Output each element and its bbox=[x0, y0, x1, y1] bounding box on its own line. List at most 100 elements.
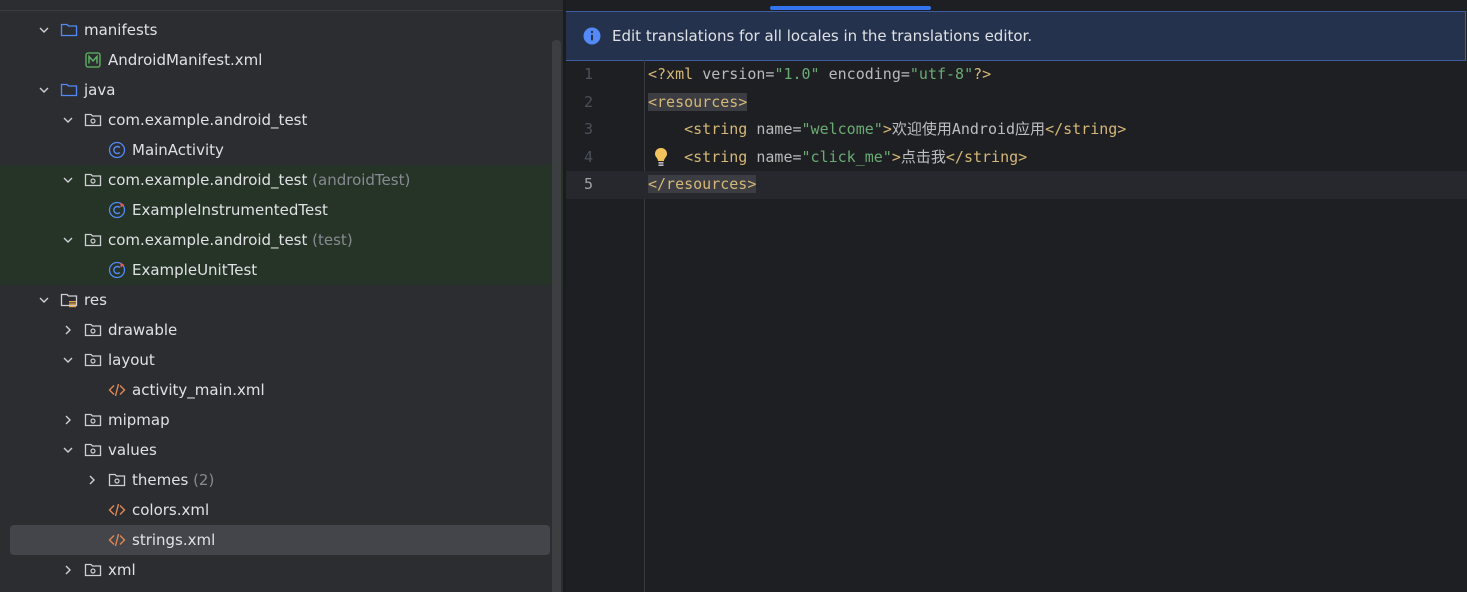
chevron-down-icon[interactable] bbox=[60, 435, 76, 465]
tree-item[interactable]: com.example.android_test bbox=[0, 105, 563, 135]
code-line[interactable]: 1 <?xml version="1.0" encoding="utf-8"?> bbox=[566, 61, 1467, 89]
translations-banner[interactable]: Edit translations for all locales in the… bbox=[566, 11, 1466, 61]
package-icon bbox=[84, 351, 102, 369]
tree-item[interactable]: AndroidManifest.xml bbox=[0, 45, 563, 75]
string-open-tag: <string bbox=[684, 147, 757, 166]
tag-close: > bbox=[891, 147, 901, 166]
tree-item-text: MainActivity bbox=[132, 141, 224, 159]
tree-item-suffix: (2) bbox=[193, 471, 215, 489]
banner-text: Edit translations for all locales in the… bbox=[612, 27, 1033, 45]
string-value: 点击我 bbox=[900, 147, 946, 166]
package-icon bbox=[84, 321, 102, 339]
editor-pane: Edit translations for all locales in the… bbox=[566, 0, 1467, 592]
tree-item-text: drawable bbox=[108, 321, 178, 339]
tool-window-header bbox=[0, 0, 563, 11]
package-icon bbox=[108, 471, 126, 489]
folder-blue-icon bbox=[60, 21, 78, 39]
chevron-right-icon[interactable] bbox=[60, 315, 76, 345]
attr-value: "1.0" bbox=[774, 65, 820, 83]
tree-item[interactable]: java bbox=[0, 75, 563, 105]
package-icon bbox=[84, 171, 102, 189]
attr-value: "utf-8" bbox=[909, 65, 974, 83]
chevron-down-icon[interactable] bbox=[60, 165, 76, 195]
attr-encoding: encoding= bbox=[828, 65, 910, 83]
tree-item-text: mipmap bbox=[108, 411, 170, 429]
string-close-tag: </string> bbox=[1045, 120, 1127, 138]
tree-item-text: com.example.android_test bbox=[108, 171, 308, 189]
tree-item[interactable]: mipmap bbox=[0, 405, 563, 435]
info-icon bbox=[583, 27, 601, 45]
res-folder-icon bbox=[60, 291, 78, 309]
tree-item-text: ExampleInstrumentedTest bbox=[132, 201, 328, 219]
tree-item-label: res bbox=[84, 285, 107, 315]
tag-close: > bbox=[882, 120, 892, 138]
active-tab-indicator bbox=[770, 6, 931, 10]
code-line[interactable]: 3 <string name="welcome">欢迎使用Android应用</… bbox=[566, 116, 1467, 144]
tree-item[interactable]: values bbox=[0, 435, 563, 465]
tree-item[interactable]: colors.xml bbox=[0, 495, 563, 525]
tree-item[interactable]: strings.xml bbox=[0, 525, 563, 555]
chevron-down-icon[interactable] bbox=[36, 15, 52, 45]
attr-version: version= bbox=[702, 65, 775, 83]
tree-item-label: drawable bbox=[108, 315, 177, 345]
tree-item-label: java bbox=[84, 75, 115, 105]
chevron-down-icon[interactable] bbox=[60, 105, 76, 135]
manifest-file-icon bbox=[84, 51, 102, 69]
tree-item-label: layout bbox=[108, 345, 155, 375]
tree-item[interactable]: com.example.android_test (androidTest) bbox=[0, 165, 563, 195]
tree-item-suffix: (androidTest) bbox=[312, 171, 411, 189]
tree-item-text: com.example.android_test bbox=[108, 111, 308, 129]
tree-item[interactable]: ExampleUnitTest bbox=[0, 255, 563, 285]
tree-item[interactable]: xml bbox=[0, 555, 563, 585]
tree-item-label: colors.xml bbox=[132, 495, 209, 525]
tree-item-label: themes (2) bbox=[132, 465, 214, 495]
tree-scrollbar[interactable] bbox=[552, 40, 561, 592]
package-icon bbox=[84, 231, 102, 249]
tree-item[interactable]: res bbox=[0, 285, 563, 315]
tree-item-label: com.example.android_test (test) bbox=[108, 225, 353, 255]
string-value: 欢迎使用Android应用 bbox=[891, 120, 1046, 138]
chevron-down-icon[interactable] bbox=[36, 75, 52, 105]
tree-item[interactable]: activity_main.xml bbox=[0, 375, 563, 405]
line-number: 3 bbox=[583, 120, 593, 138]
chevron-down-icon[interactable] bbox=[36, 285, 52, 315]
tree-item[interactable]: manifests bbox=[0, 15, 563, 45]
tree-item-text: com.example.android_test bbox=[108, 231, 308, 249]
tree-item[interactable]: layout bbox=[0, 345, 563, 375]
code-line-current[interactable]: 5 </resources> bbox=[566, 171, 1467, 199]
chevron-right-icon[interactable] bbox=[60, 405, 76, 435]
xml-file-icon bbox=[108, 501, 126, 519]
tree-item-text: values bbox=[108, 441, 157, 459]
tree-item[interactable]: MainActivity bbox=[0, 135, 563, 165]
chevron-down-icon[interactable] bbox=[60, 225, 76, 255]
package-icon bbox=[84, 441, 102, 459]
chevron-right-icon[interactable] bbox=[60, 555, 76, 585]
folder-blue-icon bbox=[60, 81, 78, 99]
tree-item-label: MainActivity bbox=[132, 135, 224, 165]
tree-item-text: strings.xml bbox=[132, 531, 216, 549]
tree-item-label: com.example.android_test bbox=[108, 105, 307, 135]
attr-value: "click_me" bbox=[801, 147, 892, 166]
code-area[interactable]: 1 <?xml version="1.0" encoding="utf-8"?>… bbox=[566, 61, 1467, 199]
tree-item[interactable]: drawable bbox=[0, 315, 563, 345]
chevron-right-icon[interactable] bbox=[84, 465, 100, 495]
code-line[interactable]: 4 <string name="click_me">点击我</string> bbox=[566, 144, 1467, 172]
attr-name: name= bbox=[756, 120, 802, 138]
tree-item[interactable]: themes (2) bbox=[0, 465, 563, 495]
resources-close-tag: </resources> bbox=[648, 175, 757, 193]
project-tool-window: manifests AndroidManifest.xml java com.exam… bbox=[0, 0, 563, 592]
tree-item-label: ExampleUnitTest bbox=[132, 255, 257, 285]
chevron-down-icon[interactable] bbox=[60, 345, 76, 375]
line-number: 1 bbox=[583, 65, 593, 83]
line-number: 5 bbox=[583, 175, 593, 193]
tree-item-suffix: (test) bbox=[312, 231, 353, 249]
line-number: 2 bbox=[583, 92, 593, 111]
tree-item[interactable]: com.example.android_test (test) bbox=[0, 225, 563, 255]
tree-item[interactable]: ExampleInstrumentedTest bbox=[0, 195, 563, 225]
code-line[interactable]: 2 <resources> bbox=[566, 89, 1467, 117]
tree-item-label: activity_main.xml bbox=[132, 375, 265, 405]
attr-name: name= bbox=[756, 147, 802, 166]
string-open-tag: <string bbox=[684, 120, 757, 138]
